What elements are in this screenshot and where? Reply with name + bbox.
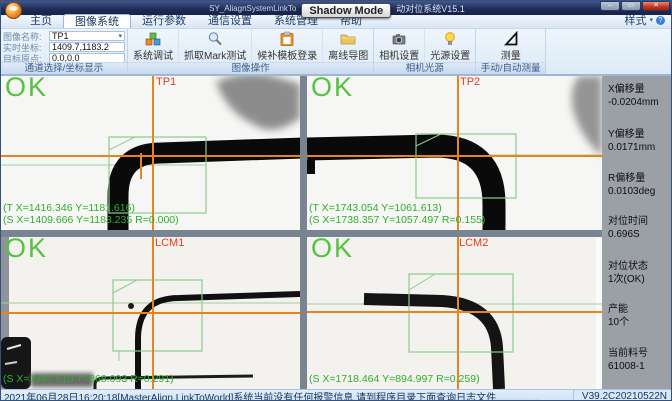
align-time-item: 对位时间 0.696S — [608, 216, 648, 241]
group-caption: 通道选择/坐标显示 — [1, 62, 127, 74]
shadow-mode-badge: Shadow Mode — [301, 3, 391, 18]
bulb-icon — [442, 30, 458, 47]
y-offset-item: Y偏移量 0.0171mm — [608, 129, 655, 154]
app-window: SY_AliagnSystemLinkTo Shadow Mode 动对位系统V… — [0, 0, 672, 401]
x-offset-value: -0.0204mm — [608, 97, 659, 110]
offline-map-button[interactable]: 离线导图 — [322, 29, 373, 62]
menu-comm-settings[interactable]: 通信设置 — [197, 14, 263, 28]
ribbon: 图像名称: TP1 ▾ 实时坐标: 1409.7,1183.2 目标原点: 0.… — [1, 29, 672, 76]
button-label: 测量 — [501, 47, 521, 62]
magnifier-icon — [207, 30, 223, 47]
coord-line-s: (S X=1409.666 Y=1183.235 R=0.000) — [3, 214, 179, 226]
camera-label: LCM1 — [155, 237, 184, 249]
viewport-lcm1[interactable]: OK LCM1 (S X=1387.610 Y=868.093 R=0.291) — [1, 237, 300, 389]
system-debug-button[interactable]: 系统调试 — [128, 29, 178, 62]
status-ok: OK — [5, 237, 48, 264]
group-measure: 测量 手动/自动测量 — [476, 29, 546, 74]
clipboard-icon — [279, 30, 295, 47]
group-image-ops: 系统调试 抓取Mark测试 候补模板登录 离线导图 图像操作 — [128, 29, 374, 74]
viewport-lcm2[interactable]: OK LCM2 (S X=1718.464 Y=894.997 R=0.259) — [307, 237, 602, 389]
version-label: V39.2C20210522N — [573, 390, 672, 401]
group-caption: 手动/自动测量 — [476, 62, 545, 74]
group-caption: 相机光源 — [374, 62, 475, 74]
coord-line-t: (T X=1743.054 Y=1061.613) — [309, 202, 485, 214]
viewport-tp2[interactable]: OK TP2 (T X=1743.054 Y=1061.613) (S X=17… — [307, 76, 602, 230]
camera-label: LCM2 — [459, 237, 488, 249]
coord-line-t: (T X=1416.346 Y=1181.616) — [3, 202, 179, 214]
menu-image-system[interactable]: 图像系统 — [63, 14, 131, 28]
button-label: 系统调试 — [133, 47, 173, 62]
capacity-label: 产能 — [608, 304, 629, 317]
group-channel-coords: 图像名称: TP1 ▾ 实时坐标: 1409.7,1183.2 目标原点: 0.… — [1, 29, 128, 74]
coord-line-s: (S X=1718.464 Y=894.997 R=0.259) — [309, 373, 480, 385]
status-bar: 2021年06月28日16:20:18[MasterAlign LinkToWo… — [1, 389, 672, 401]
x-offset-label: X偏移量 — [608, 84, 659, 97]
status-ok: OK — [5, 76, 48, 103]
folder-icon — [340, 30, 356, 47]
y-offset-value: 0.0171mm — [608, 142, 655, 155]
y-offset-label: Y偏移量 — [608, 129, 655, 142]
part-number-label: 当前料号 — [608, 348, 648, 361]
capacity-item: 产能 10个 — [608, 304, 629, 329]
menu-run-params[interactable]: 运行参数 — [131, 14, 197, 28]
status-ok: OK — [311, 76, 354, 103]
coord-line-s: (S X=1387.610 Y=868.093 R=0.291) — [3, 373, 174, 385]
group-caption: 图像操作 — [128, 62, 373, 74]
button-label: 相机设置 — [379, 47, 419, 62]
live-coord-value: 1409.7,1183.2 — [52, 43, 109, 52]
grab-mark-test-button[interactable]: 抓取Mark测试 — [178, 29, 251, 62]
x-offset-item: X偏移量 -0.0204mm — [608, 84, 659, 109]
align-time-label: 对位时间 — [608, 216, 648, 229]
backup-template-login-button[interactable]: 候补模板登录 — [251, 29, 322, 62]
chevron-down-icon: ▾ — [649, 16, 653, 24]
r-offset-item: R偏移量 0.0103deg — [608, 173, 655, 198]
camera-label: TP2 — [460, 76, 480, 88]
align-status-label: 对位状态 — [608, 261, 648, 274]
align-status-item: 对位状态 1次(OK) — [608, 261, 648, 286]
r-offset-value: 0.0103deg — [608, 186, 655, 199]
ruler-triangle-icon — [503, 30, 519, 47]
capacity-value: 10个 — [608, 317, 629, 330]
button-label: 抓取Mark测试 — [184, 47, 246, 62]
align-status-value: 1次(OK) — [608, 274, 648, 287]
style-dropdown[interactable]: 样式 — [624, 12, 646, 28]
help-icon[interactable]: ? — [656, 16, 665, 25]
r-offset-label: R偏移量 — [608, 173, 655, 186]
button-label: 离线导图 — [328, 47, 368, 62]
measure-button[interactable]: 测量 — [496, 29, 526, 62]
button-label: 光源设置 — [430, 47, 470, 62]
coord-line-s: (S X=1738.357 Y=1057.497 R=0.155) — [309, 214, 485, 226]
light-settings-button[interactable]: 光源设置 — [424, 29, 475, 62]
camera-icon — [391, 30, 407, 47]
part-number-value: 61008-1 — [608, 361, 648, 374]
maximize-button[interactable]: ▭ — [621, 1, 641, 11]
minimize-button[interactable]: – — [600, 1, 620, 11]
close-button[interactable]: ✕ — [642, 1, 670, 11]
cubes-icon — [145, 30, 161, 47]
window-title-suffix: 动对位系统V15.1 — [396, 2, 465, 15]
app-logo-icon[interactable] — [5, 2, 22, 19]
live-coord-field[interactable]: 1409.7,1183.2 — [49, 42, 125, 52]
image-name-value: TP1 — [52, 32, 69, 41]
window-title: SY_AliagnSystemLinkTo — [209, 4, 296, 13]
menu-home[interactable]: 主页 — [19, 14, 63, 28]
align-time-value: 0.696S — [608, 229, 648, 242]
title-bar: SY_AliagnSystemLinkTo Shadow Mode 动对位系统V… — [1, 1, 672, 15]
camera-label: TP1 — [156, 76, 176, 88]
part-number-item: 当前料号 61008-1 — [608, 348, 648, 373]
image-name-combo[interactable]: TP1 ▾ — [49, 31, 125, 41]
chevron-down-icon: ▾ — [118, 32, 122, 41]
status-message: 2021年06月28日16:20:18[MasterAlign LinkToWo… — [1, 389, 541, 401]
status-ok: OK — [311, 237, 354, 264]
viewport-grid: OK TP1 (T X=1416.346 Y=1181.616) (S X=14… — [1, 76, 672, 389]
viewport-tp1[interactable]: OK TP1 (T X=1416.346 Y=1181.616) (S X=14… — [1, 76, 300, 230]
button-label: 候补模板登录 — [257, 47, 317, 62]
result-sidebar: X偏移量 -0.0204mm Y偏移量 0.0171mm R偏移量 0.0103… — [602, 76, 672, 389]
group-camera-light: 相机设置 光源设置 相机光源 — [374, 29, 476, 74]
camera-settings-button[interactable]: 相机设置 — [374, 29, 424, 62]
